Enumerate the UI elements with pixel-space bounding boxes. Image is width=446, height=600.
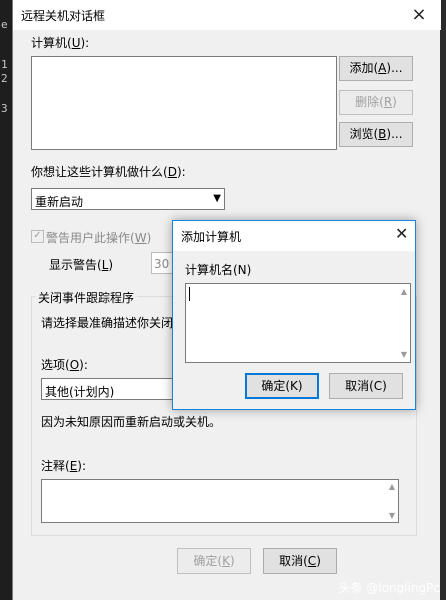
watermark: 头条 @longlingPc <box>338 581 440 595</box>
ok-button[interactable]: 确定(K) <box>177 548 251 574</box>
dialog-title: 远程关机对话框 <box>21 9 106 23</box>
scroll-up-icon[interactable]: ▲ <box>389 482 395 491</box>
scroll-down-icon[interactable]: ▼ <box>389 511 395 520</box>
action-select-value: 重新启动 <box>35 195 84 209</box>
browse-button[interactable]: 浏览(B)... <box>339 122 413 147</box>
cancel-button[interactable]: 取消(C) <box>263 548 337 574</box>
event-tracker-title: 关闭事件跟踪程序 <box>35 289 138 306</box>
option-select-value: 其他(计划内) <box>45 385 115 399</box>
add-dialog-ok-button[interactable]: 确定(K) <box>245 373 319 399</box>
computer-name-label: 计算机名(N) <box>185 263 252 277</box>
comment-label: 注释(E): <box>41 459 87 473</box>
computers-list[interactable] <box>31 56 337 150</box>
close-icon[interactable]: ✕ <box>395 224 408 243</box>
event-tracker-description: 请选择最准确描述你关闭计 <box>41 316 186 330</box>
console-line: 3 <box>1 102 8 115</box>
add-dialog-cancel-button[interactable]: 取消(C) <box>329 373 403 399</box>
add-button[interactable]: 添加(A)... <box>339 56 413 81</box>
console-line: e <box>1 18 8 31</box>
option-select[interactable]: 其他(计划内) <box>41 378 181 400</box>
add-computer-dialog: 添加计算机 ✕ 计算机名(N) ▲ ▼ 确定(K) 取消(C) <box>172 220 416 410</box>
option-label: 选项(O): <box>41 358 88 372</box>
action-label: 你想让这些计算机做什么(D): <box>31 165 186 179</box>
option-description: 因为未知原因而重新启动或关机。 <box>41 415 222 429</box>
warn-user-label: 警告用户此操作(W) <box>46 231 152 245</box>
scroll-up-icon[interactable]: ▲ <box>401 287 407 296</box>
comment-textarea[interactable]: ▲ ▼ <box>41 479 399 523</box>
console-line: 2 <box>1 72 8 85</box>
warn-user-checkbox[interactable]: ✓ <box>31 230 44 243</box>
computer-name-input[interactable]: ▲ ▼ <box>185 283 411 363</box>
text-cursor <box>189 287 190 301</box>
delete-button[interactable]: 删除(R) <box>339 90 413 115</box>
close-icon[interactable]: × <box>405 2 433 28</box>
action-select[interactable]: 重新启动 ▼ <box>31 188 225 210</box>
computers-label: 计算机(U): <box>31 36 90 50</box>
console-line: 1 <box>1 58 8 71</box>
add-dialog-title: 添加计算机 <box>181 230 242 244</box>
show-warning-label: 显示警告(L) <box>49 258 114 272</box>
scroll-down-icon[interactable]: ▼ <box>401 350 407 359</box>
add-dialog-title-bar[interactable]: 添加计算机 ✕ <box>173 221 415 251</box>
title-bar[interactable]: 远程关机对话框 × <box>13 0 441 30</box>
chevron-down-icon: ▼ <box>213 193 221 204</box>
